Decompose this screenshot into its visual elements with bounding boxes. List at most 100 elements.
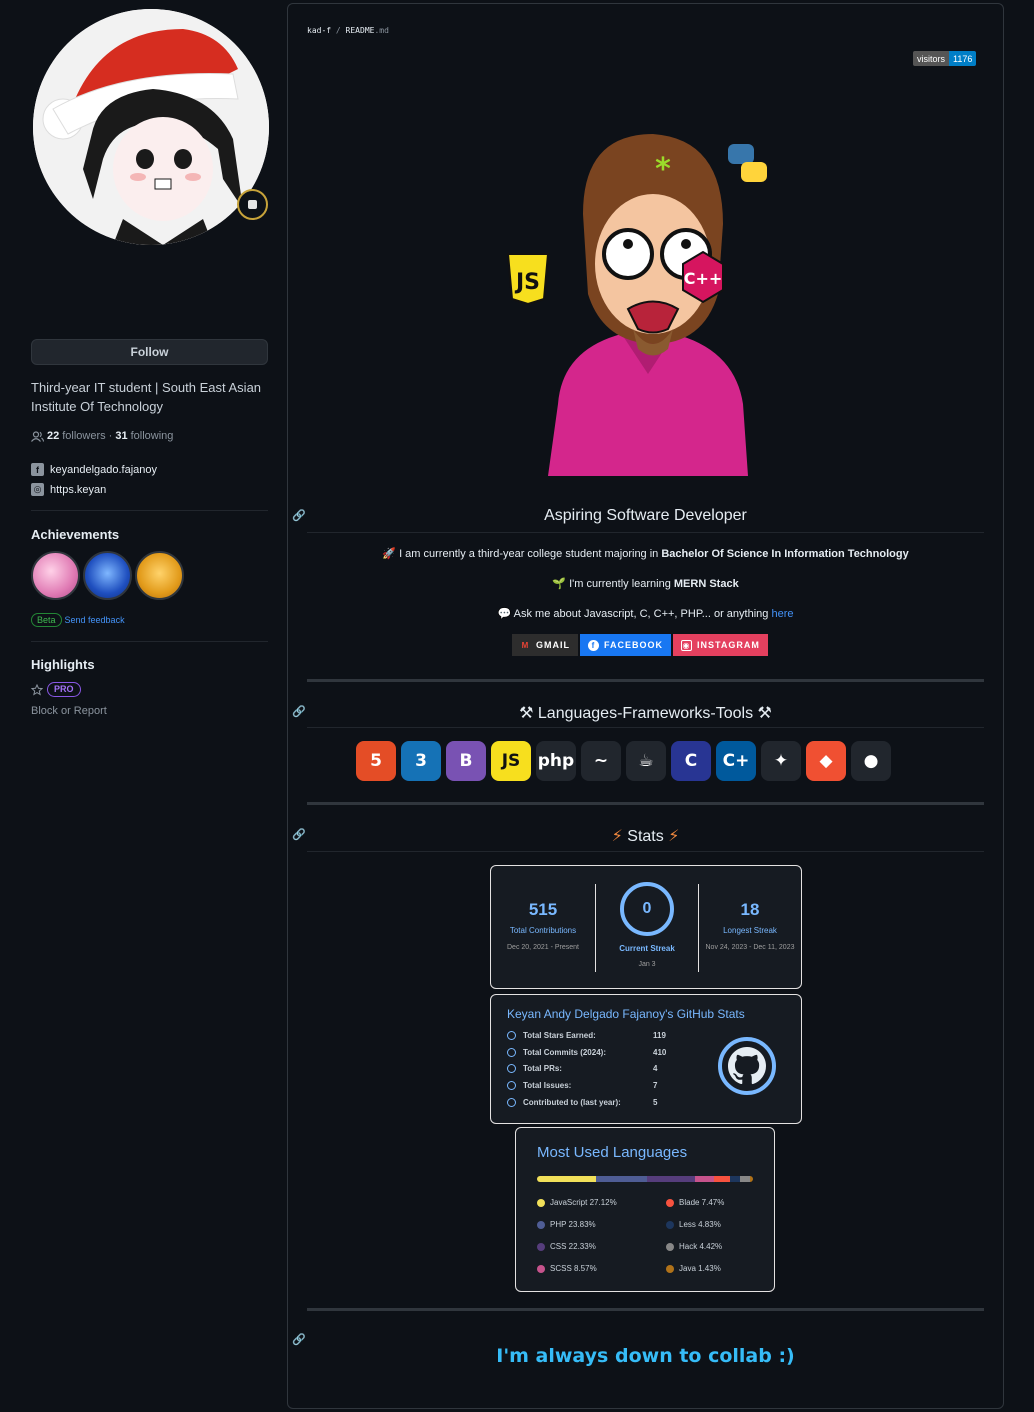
instagram-label: INSTAGRAM <box>697 640 760 650</box>
followers-count[interactable]: 22 <box>47 430 59 442</box>
language-label: Java 1.43% <box>679 1264 721 1273</box>
pro-highlight: PRO <box>31 682 81 697</box>
issue-icon <box>507 1081 516 1090</box>
social-buttons: M GMAIL f FACEBOOK ◉ INSTAGRAM <box>512 634 768 656</box>
language-color-dot <box>537 1220 545 1229</box>
language-label: SCSS 8.57% <box>550 1264 597 1273</box>
quickdraw-badge-icon[interactable] <box>135 551 184 600</box>
language-item: SCSS 8.57% <box>537 1264 597 1273</box>
anchor-link-icon[interactable]: 🔗 <box>292 509 306 522</box>
here-link[interactable]: here <box>771 608 793 620</box>
longest-streak-value: 18 <box>740 900 760 919</box>
stat-row: Contributed to (last year): 5 <box>507 1098 657 1107</box>
language-item: CSS 22.33% <box>537 1242 596 1251</box>
section-divider <box>307 802 984 805</box>
hammer-wrench-icon: ⚒ <box>519 705 534 722</box>
figma-icon: ✦ <box>761 741 801 781</box>
rocket-icon: 🚀 <box>382 548 400 560</box>
language-label: Blade 7.47% <box>679 1198 725 1207</box>
visitors-count: 1176 <box>949 51 977 66</box>
cplusplus-logo: C++ <box>682 250 724 304</box>
language-item: Blade 7.47% <box>666 1198 724 1207</box>
yolo-badge-icon[interactable] <box>31 551 80 600</box>
javascript-logo: JS <box>506 253 550 306</box>
java-icon: ☕ <box>626 741 666 781</box>
lightning-icon: ⚡ <box>668 828 680 845</box>
sidebar-divider <box>31 641 268 642</box>
people-icon <box>31 430 44 442</box>
readme-panel: kad-f / README.md visitors 1176 JS C++ *… <box>287 3 1004 1409</box>
beta-label: Beta <box>31 613 62 627</box>
send-feedback-link[interactable]: Send feedback <box>65 615 125 625</box>
gmail-button[interactable]: M GMAIL <box>512 634 578 656</box>
followers-label[interactable]: followers <box>62 430 105 442</box>
stat-label: Total PRs: <box>523 1064 562 1073</box>
followers-row: 22 followers · 31 following <box>31 430 173 442</box>
facebook-button[interactable]: f FACEBOOK <box>580 634 672 656</box>
line3-text: Ask me about Javascript, C, C++, PHP... … <box>513 608 769 620</box>
github-stats-card: Keyan Andy Delgado Fajanoy's GitHub Stat… <box>490 994 802 1124</box>
anchor-link-icon[interactable]: 🔗 <box>292 828 306 841</box>
anchor-link-icon[interactable]: 🔗 <box>292 705 306 718</box>
stat-label: Total Issues: <box>523 1081 572 1090</box>
status-emoji-button[interactable] <box>237 189 268 220</box>
path-user[interactable]: kad-f <box>307 26 331 35</box>
pull-request-icon <box>507 1064 516 1073</box>
section-divider <box>307 679 984 682</box>
sidebar-divider <box>31 510 268 511</box>
achievements-title[interactable]: Achievements <box>31 527 119 542</box>
language-bar-segment <box>595 1176 648 1182</box>
anchor-link-icon[interactable]: 🔗 <box>292 1333 306 1346</box>
instagram-button[interactable]: ◉ INSTAGRAM <box>673 634 768 656</box>
avatar[interactable] <box>33 9 269 245</box>
language-bar-segment <box>537 1176 596 1182</box>
gmail-icon: M <box>521 640 530 650</box>
tool-icons: 5 3 B JS php ~ ☕ C C+ ✦ ◆ ● <box>356 741 891 781</box>
history-icon <box>507 1048 516 1057</box>
language-label: JavaScript 27.12% <box>550 1198 617 1207</box>
language-label: PHP 23.83% <box>550 1220 596 1229</box>
path-ext: .md <box>374 26 389 35</box>
following-count[interactable]: 31 <box>115 430 127 442</box>
line1-text: I am currently a third-year college stud… <box>399 548 659 560</box>
website-link[interactable]: https.keyan <box>50 484 106 496</box>
facebook-username[interactable]: keyandelgado.fajanoy <box>50 464 157 476</box>
stat-row: Total Issues: 7 <box>507 1081 657 1090</box>
total-contributions-range: Dec 20, 2021 - Present <box>507 944 579 951</box>
facebook-link-row[interactable]: f keyandelgado.fajanoy <box>31 463 157 476</box>
language-color-dot <box>537 1242 545 1251</box>
separator-dot: · <box>108 430 113 442</box>
git-icon: ◆ <box>806 741 846 781</box>
github-logo-icon <box>718 1037 776 1095</box>
star-icon <box>31 683 43 696</box>
facebook-icon: f <box>588 639 599 651</box>
language-color-dot <box>537 1264 545 1273</box>
bootstrap-icon: B <box>446 741 486 781</box>
speech-bubble-icon: 💬 <box>497 608 514 620</box>
heading-underline <box>307 532 984 533</box>
facebook-label: FACEBOOK <box>604 640 664 650</box>
longest-streak-col: 18 Longest Streak Nov 24, 2023 - Dec 11,… <box>698 866 802 990</box>
language-bar-segment <box>740 1176 750 1182</box>
readme-path: kad-f / README.md <box>307 26 389 35</box>
block-report-link[interactable]: Block or Report <box>31 705 107 717</box>
heading-stats: ⚡ Stats ⚡ <box>307 826 984 846</box>
language-color-dot <box>666 1264 674 1273</box>
path-file: README <box>345 26 375 35</box>
stat-label: Total Stars Earned: <box>523 1031 596 1040</box>
current-streak-col: 0 Current Streak Jan 3 <box>595 866 699 990</box>
language-item: Hack 4.42% <box>666 1242 722 1251</box>
stat-label: Contributed to (last year): <box>523 1098 621 1107</box>
current-streak-value: 0 <box>642 900 652 917</box>
cplusplus-icon: C+ <box>716 741 756 781</box>
avatar-container <box>33 9 269 245</box>
website-link-row[interactable]: ◎ https.keyan <box>31 483 106 496</box>
follow-button[interactable]: Follow <box>31 339 268 365</box>
hammer-wrench-icon: ⚒ <box>757 705 772 722</box>
gmail-label: GMAIL <box>536 640 570 650</box>
path-separator: / <box>331 26 346 35</box>
stat-value: 7 <box>653 1081 658 1090</box>
stat-value: 5 <box>653 1098 658 1107</box>
following-label[interactable]: following <box>131 430 174 442</box>
pull-shark-badge-icon[interactable] <box>83 551 132 600</box>
